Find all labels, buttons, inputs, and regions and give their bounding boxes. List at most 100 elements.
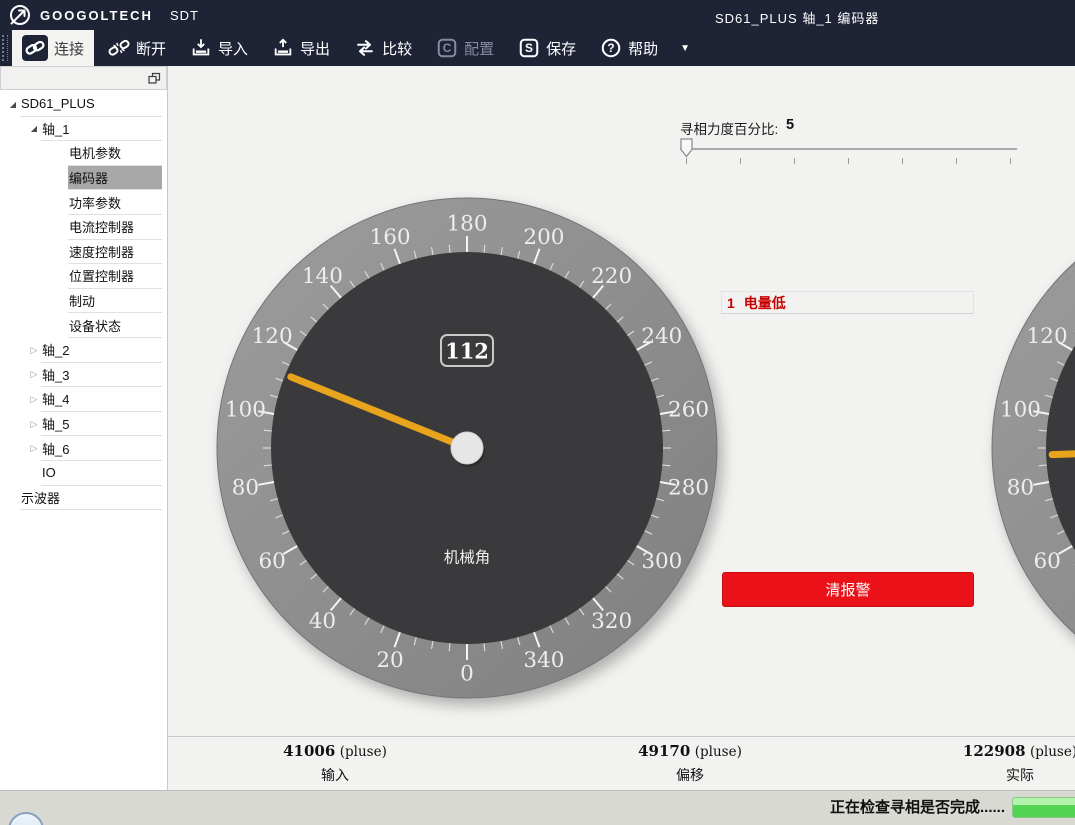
tree-item-label: 轴_5 xyxy=(41,412,162,437)
readout-label: 实际 xyxy=(920,765,1075,785)
tree-item-axis-5[interactable]: ▷轴_5 xyxy=(0,412,167,437)
tree-indent-spacer xyxy=(6,486,20,511)
readout-value: 122908 xyxy=(963,742,1026,760)
svg-text:200: 200 xyxy=(523,225,564,250)
svg-text:20: 20 xyxy=(376,648,403,673)
tree-item-label: 电机参数 xyxy=(68,141,162,166)
compare-button[interactable]: 比较 xyxy=(344,30,422,66)
tree-indent-spacer xyxy=(27,461,41,486)
collapsed-triangle-icon[interactable]: ▷ xyxy=(27,338,41,363)
toolbar-button-label: 导出 xyxy=(300,38,330,59)
slider-tick xyxy=(902,158,903,164)
tree-item-power-params[interactable]: 功率参数 xyxy=(0,190,167,215)
tree-indent-spacer xyxy=(54,141,68,166)
googoltech-logo-icon xyxy=(8,3,32,27)
export-tray-icon xyxy=(272,37,294,59)
svg-text:100: 100 xyxy=(1000,397,1041,422)
collapsed-triangle-icon[interactable]: ▷ xyxy=(27,363,41,388)
toolbar-button-label: 比较 xyxy=(382,38,412,59)
tree-item-encoder[interactable]: 编码器 xyxy=(0,166,167,191)
tree-item-label: 编码器 xyxy=(68,166,162,191)
svg-text:320: 320 xyxy=(591,609,632,634)
tree-item-sd61-plus[interactable]: ◢SD61_PLUS xyxy=(0,92,167,117)
tree-item-motor-params[interactable]: 电机参数 xyxy=(0,141,167,166)
tree-item-brake[interactable]: 制动 xyxy=(0,289,167,314)
collapsed-triangle-icon[interactable]: ▷ xyxy=(27,387,41,412)
tree-item-axis-6[interactable]: ▷轴_6 xyxy=(0,436,167,461)
slider-tick xyxy=(956,158,957,164)
svg-text:0: 0 xyxy=(460,662,474,687)
slider-tick xyxy=(686,158,687,164)
tree-indent-spacer xyxy=(54,313,68,338)
svg-text:机械角: 机械角 xyxy=(444,548,491,566)
svg-text:340: 340 xyxy=(523,648,564,673)
float-window-icon[interactable] xyxy=(148,72,161,85)
slider-track[interactable] xyxy=(680,148,1017,150)
toolbar-items: 连接断开导入导出比较C配置S保存?帮助 xyxy=(12,30,672,66)
expanded-triangle-icon[interactable]: ◢ xyxy=(6,92,20,117)
svg-text:80: 80 xyxy=(232,476,259,501)
app-name: SDT xyxy=(170,8,199,23)
toolbar-button-label: 帮助 xyxy=(628,38,658,59)
navigation-sidebar: ◢SD61_PLUS◢轴_1电机参数编码器功率参数电流控制器速度控制器位置控制器… xyxy=(0,66,168,790)
tree-item-device-status[interactable]: 设备状态 xyxy=(0,313,167,338)
tree-item-current-controller[interactable]: 电流控制器 xyxy=(0,215,167,240)
tree-item-label: SD61_PLUS xyxy=(20,92,162,117)
tree-item-label: 轴_1 xyxy=(41,117,162,142)
tree-item-label: 设备状态 xyxy=(68,313,162,338)
status-message: 正在检查寻相是否完成...... xyxy=(830,791,1005,824)
collapsed-triangle-icon[interactable]: ▷ xyxy=(27,412,41,437)
tree-item-axis-3[interactable]: ▷轴_3 xyxy=(0,363,167,388)
tree-item-io[interactable]: IO xyxy=(0,461,167,486)
letter-s-box-icon: S xyxy=(518,37,540,59)
tree-item-speed-controller[interactable]: 速度控制器 xyxy=(0,240,167,265)
alarm-index: 1 xyxy=(727,295,735,311)
tree-item-label: 功率参数 xyxy=(68,190,162,215)
offset-readout: 49170 (pluse)偏移 xyxy=(590,742,790,785)
tree-item-label: 轴_6 xyxy=(41,436,162,461)
tree-item-label: 轴_4 xyxy=(41,387,162,412)
save-button[interactable]: S 保存 xyxy=(508,30,586,66)
toolbar-overflow-button[interactable]: ▼ xyxy=(672,30,698,66)
export-button[interactable]: 导出 xyxy=(262,30,340,66)
device-tree: ◢SD61_PLUS◢轴_1电机参数编码器功率参数电流控制器速度控制器位置控制器… xyxy=(0,92,167,510)
collapsed-triangle-icon[interactable]: ▷ xyxy=(27,436,41,461)
tree-item-label: 示波器 xyxy=(20,486,162,511)
tree-item-axis-2[interactable]: ▷轴_2 xyxy=(0,338,167,363)
help-button[interactable]: ? 帮助 xyxy=(590,30,668,66)
slider-thumb[interactable] xyxy=(680,138,693,158)
readout-label: 偏移 xyxy=(590,765,790,785)
readout-unit: (pluse) xyxy=(695,744,742,760)
chain-link-icon xyxy=(22,35,48,61)
readout-unit: (pluse) xyxy=(1030,744,1075,760)
toolbar-button-label: 配置 xyxy=(464,38,494,59)
readout-unit: (pluse) xyxy=(340,744,387,760)
svg-text:140: 140 xyxy=(302,264,343,289)
tree-item-label: 位置控制器 xyxy=(68,264,162,289)
status-spinner-icon xyxy=(8,812,44,825)
application-window: GOOGOLTECH SDT SD61_PLUS 轴_1 编码器 连接断开 导入 导… xyxy=(0,0,1075,825)
svg-text:300: 300 xyxy=(641,549,682,574)
tree-item-oscilloscope[interactable]: 示波器 xyxy=(0,486,167,511)
tree-item-position-controller[interactable]: 位置控制器 xyxy=(0,264,167,289)
import-button[interactable]: 导入 xyxy=(180,30,258,66)
readout-label: 输入 xyxy=(235,765,435,785)
tree-indent-spacer xyxy=(54,264,68,289)
disconnect-button[interactable]: 断开 xyxy=(98,30,176,66)
toolbar: 连接断开导入导出比较C配置S保存?帮助 ▼ xyxy=(0,30,1075,66)
progress-bar xyxy=(1012,797,1075,818)
question-circle-icon: ? xyxy=(600,37,622,59)
tree-item-axis-4[interactable]: ▷轴_4 xyxy=(0,387,167,412)
toolbar-button-label: 保存 xyxy=(546,38,576,59)
toolbar-grip[interactable] xyxy=(2,35,8,61)
connect-button[interactable]: 连接 xyxy=(12,30,94,66)
titlebar-context: SD61_PLUS 轴_1 编码器 xyxy=(715,8,879,27)
tree-item-axis-1[interactable]: ◢轴_1 xyxy=(0,117,167,142)
toolbar-button-label: 导入 xyxy=(218,38,248,59)
title-bar: GOOGOLTECH SDT SD61_PLUS 轴_1 编码器 xyxy=(0,0,1075,30)
alarm-message: 电量低 xyxy=(744,293,786,313)
alarm-list-item[interactable]: 1 电量低 xyxy=(721,291,974,314)
svg-text:120: 120 xyxy=(1027,324,1068,349)
clear-alarm-button[interactable]: 清报警 xyxy=(722,572,974,607)
expanded-triangle-icon[interactable]: ◢ xyxy=(27,117,41,142)
